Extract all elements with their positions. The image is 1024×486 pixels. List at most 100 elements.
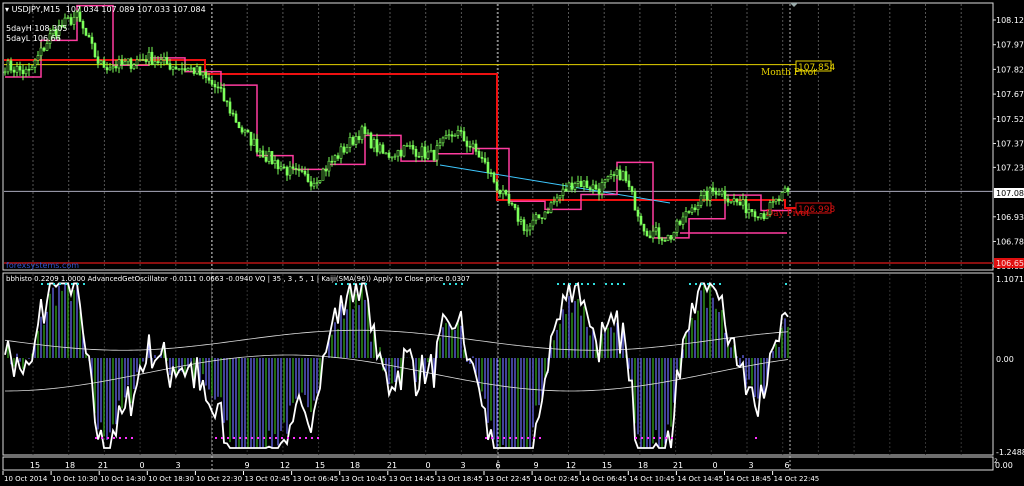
candle-body <box>285 166 289 176</box>
signal-dot <box>65 283 67 285</box>
candle-body <box>573 183 577 190</box>
signal-dot <box>533 437 535 439</box>
signal-dot <box>497 437 499 439</box>
candle-body <box>486 161 490 173</box>
signal-dot <box>635 437 637 439</box>
signal-dot <box>359 283 361 285</box>
symbol: USDJPY,M15 <box>11 5 61 14</box>
signal-dot <box>83 283 85 285</box>
candle-body <box>204 71 208 79</box>
hour-label: 0 <box>712 461 717 470</box>
signal-dot <box>719 283 721 285</box>
candle-body <box>516 207 520 222</box>
candle-body <box>528 225 532 231</box>
hour-label: 15 <box>315 461 325 470</box>
candle-body <box>207 77 211 81</box>
candle-body <box>552 201 556 204</box>
candle-body <box>291 166 295 169</box>
indicator-max: 1.1071 <box>996 275 1024 284</box>
signal-dot <box>95 437 97 439</box>
candle-body <box>474 143 478 152</box>
signal-dot <box>671 437 673 439</box>
candle-body <box>213 84 217 88</box>
five-day-low: 5dayL 106.66 <box>6 34 61 43</box>
candle-body <box>69 17 73 25</box>
candle-body <box>555 197 559 202</box>
candle-body <box>105 67 109 71</box>
candle-body <box>273 160 277 165</box>
candle-body <box>297 169 301 171</box>
collapse-triangle-icon[interactable]: ▾ <box>5 5 9 14</box>
candle-body <box>588 187 592 190</box>
candle-body <box>453 135 457 137</box>
signal-dot <box>47 283 49 285</box>
candle-body <box>150 51 154 65</box>
date-label: 13 Oct 22:45 <box>485 475 531 483</box>
candle-body <box>561 188 565 196</box>
candle-body <box>627 180 631 187</box>
signal-dot <box>509 437 511 439</box>
candle-body <box>270 151 274 165</box>
candle-body <box>387 152 391 158</box>
candle-body <box>333 155 337 162</box>
candle-body <box>513 203 517 209</box>
candle-body <box>759 213 763 219</box>
candle-body <box>591 184 595 190</box>
candle-body <box>162 56 166 60</box>
candle-body <box>375 139 379 153</box>
candle-body <box>183 68 187 71</box>
date-label: 14 Oct 02:45 <box>533 475 579 483</box>
candle-body <box>282 166 286 169</box>
candle-body <box>480 156 484 159</box>
candle-body <box>306 173 310 182</box>
signal-dot <box>341 283 343 285</box>
price-label: 107.825 <box>996 65 1024 74</box>
candle-body <box>648 235 652 239</box>
candle-body <box>492 172 496 183</box>
candle-body <box>171 66 175 70</box>
date-label: 13 Oct 02:45 <box>245 475 291 483</box>
candle-body <box>693 207 697 211</box>
candle-body <box>675 220 679 233</box>
candle-body <box>462 131 466 142</box>
signal-dot <box>503 437 505 439</box>
candle-body <box>309 181 313 187</box>
candle-body <box>36 55 40 61</box>
candle-body <box>294 168 298 170</box>
current-price: 107.084 <box>996 189 1024 198</box>
candle-body <box>735 198 739 203</box>
candle-body <box>777 198 781 201</box>
candle-body <box>303 170 307 175</box>
date-label: 14 Oct 10:45 <box>629 475 675 483</box>
date-label: 13 Oct 06:45 <box>293 475 339 483</box>
signal-dot <box>461 283 463 285</box>
signal-dot <box>569 283 571 285</box>
candle-body <box>744 199 748 214</box>
candle-body <box>258 150 262 153</box>
chart-title: ▾ USDJPY,M15 107.034 107.089 107.033 107… <box>5 5 206 14</box>
signal-dot <box>527 437 529 439</box>
candle-body <box>666 235 670 241</box>
candle-body <box>318 180 322 183</box>
signal-dot <box>611 283 613 285</box>
hour-label: 0 <box>139 461 144 470</box>
candle-body <box>609 174 613 177</box>
signal-dot <box>317 437 319 439</box>
candle-body <box>249 131 253 146</box>
candle-body <box>153 61 157 65</box>
candle-body <box>3 71 7 74</box>
signal-dot <box>641 437 643 439</box>
signal-dot <box>281 437 283 439</box>
candle-body <box>129 58 133 69</box>
candle-body <box>216 86 220 89</box>
watermark: forexsystems.com <box>6 261 79 270</box>
candle-body <box>342 146 346 153</box>
candle-body <box>405 145 409 147</box>
signal-dot <box>581 283 583 285</box>
candle-body <box>543 211 547 219</box>
candle-body <box>729 201 733 203</box>
chart-canvas[interactable]: 108.125 107.975 107.825 107.675 107.525 107.3… <box>0 0 1024 486</box>
candle-body <box>30 66 34 70</box>
candle-body <box>366 132 370 135</box>
price-label: 107.230 <box>996 163 1024 172</box>
